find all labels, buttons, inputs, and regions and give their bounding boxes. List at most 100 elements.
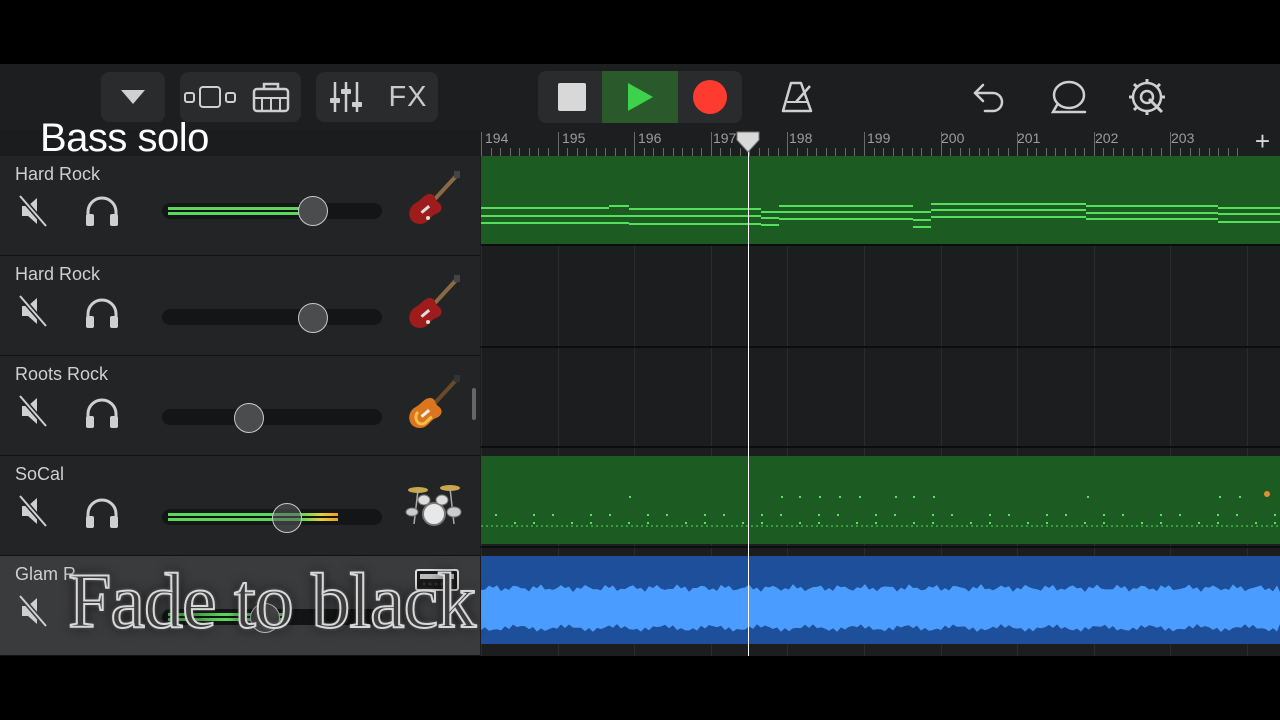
header-scroll-indicator[interactable] (472, 388, 476, 420)
stop-icon (558, 83, 586, 111)
ruler-tick (883, 148, 884, 156)
region-beats (481, 491, 1280, 527)
volume-knob[interactable] (234, 403, 264, 433)
settings-button[interactable] (1122, 72, 1172, 122)
ruler-tick (1055, 148, 1056, 156)
bar-number: 196 (638, 130, 662, 146)
fx-label: FX (388, 80, 428, 113)
track-header[interactable]: Roots Rock (0, 356, 480, 456)
track-name: SoCal (15, 464, 65, 484)
letterbox-bottom (0, 656, 1280, 720)
ruler-tick (1046, 148, 1047, 156)
ruler-tick (1065, 148, 1066, 156)
volume-knob[interactable] (298, 196, 328, 226)
ruler-tick (663, 148, 664, 156)
fx-button[interactable]: FX (378, 72, 438, 122)
undo-button[interactable] (964, 72, 1014, 122)
ruler-tick (1017, 132, 1018, 156)
volume-slider[interactable] (162, 409, 382, 425)
ruler-tick (1123, 148, 1124, 156)
ruler-tick (1170, 132, 1171, 156)
bar-number: 195 (562, 130, 586, 146)
volume-slider[interactable] (162, 309, 382, 325)
ruler-tick (1132, 148, 1133, 156)
mute-speaker-icon[interactable] (18, 194, 48, 228)
ruler-tick (979, 148, 980, 156)
timeline-ruler[interactable]: 194 195 196 197 198 199 200 201 202 203 … (481, 126, 1280, 157)
garageband-window: FX 194 195 196 197 198 199 200 201 202 2… (0, 64, 1280, 656)
volume-meter (168, 207, 306, 215)
ruler-tick (816, 148, 817, 156)
loop-browser-button[interactable] (242, 72, 300, 122)
bar-number: 198 (789, 130, 813, 146)
audio-region[interactable] (481, 556, 1280, 644)
mute-speaker-icon[interactable] (18, 494, 48, 528)
ruler-tick (673, 148, 674, 156)
headphones-icon[interactable] (84, 296, 120, 330)
playhead[interactable] (748, 142, 749, 656)
mute-speaker-icon[interactable] (18, 294, 48, 328)
drum-kit-icon[interactable] (404, 474, 462, 532)
ruler-tick (510, 148, 511, 156)
playhead-handle[interactable] (736, 130, 762, 154)
mute-speaker-icon[interactable] (18, 594, 48, 628)
ruler-tick (682, 148, 683, 156)
ruler-tick (1209, 148, 1210, 156)
ruler-tick (787, 132, 788, 156)
ruler-tick (730, 148, 731, 156)
electric-guitar-red-icon[interactable] (404, 274, 462, 332)
bar-number: 202 (1095, 130, 1119, 146)
volume-knob[interactable] (272, 503, 302, 533)
ruler-tick (988, 148, 989, 156)
ruler-tick (864, 132, 865, 156)
region-waveform (481, 584, 1280, 632)
headphones-icon[interactable] (84, 194, 120, 228)
metronome-button[interactable] (772, 72, 822, 122)
headphones-icon[interactable] (84, 496, 120, 530)
lane-separator (481, 546, 1280, 548)
ruler-tick (941, 132, 942, 156)
drummer-region[interactable] (481, 456, 1280, 544)
loops-button[interactable] (1044, 72, 1094, 122)
headphones-icon[interactable] (84, 396, 120, 430)
keyboard-case-icon (252, 82, 290, 113)
fade-caption: Fade to black (67, 556, 477, 645)
undo-icon (973, 83, 1004, 113)
mixer-sliders-icon (330, 82, 362, 112)
ruler-tick (692, 148, 693, 156)
play-button[interactable] (602, 71, 678, 123)
add-section-button[interactable]: + (1255, 126, 1270, 157)
ruler-tick (768, 148, 769, 156)
track-name: Hard Rock (15, 164, 101, 184)
electric-guitar-red-icon[interactable] (404, 170, 462, 228)
ruler-tick (500, 148, 501, 156)
ruler-tick (1113, 148, 1114, 156)
ruler-tick (854, 148, 855, 156)
mute-speaker-icon[interactable] (18, 394, 48, 428)
ruler-tick (481, 132, 482, 156)
track-header[interactable]: Hard Rock (0, 156, 480, 256)
tracks-view-button[interactable] (180, 72, 240, 122)
mixer-button[interactable] (316, 72, 376, 122)
ruler-tick (711, 132, 712, 156)
volume-knob[interactable] (298, 303, 328, 333)
browser-menu-button[interactable] (101, 72, 165, 122)
ruler-tick (1094, 132, 1095, 156)
tracks-view-icon (184, 86, 236, 108)
ruler-tick (1218, 148, 1219, 156)
ruler-tick (1180, 148, 1181, 156)
stop-button[interactable] (538, 71, 606, 123)
track-header[interactable]: Hard Rock (0, 256, 480, 356)
ruler-tick (586, 148, 587, 156)
electric-guitar-sunburst-icon[interactable] (404, 374, 462, 432)
track-header[interactable]: SoCal (0, 456, 480, 556)
ruler-tick (1199, 148, 1200, 156)
track-name: Roots Rock (15, 364, 109, 384)
ruler-tick (625, 148, 626, 156)
volume-slider[interactable] (162, 203, 382, 219)
midi-region[interactable] (481, 156, 1280, 244)
ruler-tick (567, 148, 568, 156)
record-button[interactable] (678, 71, 742, 123)
tracks-area[interactable] (481, 156, 1280, 656)
ruler-tick (615, 148, 616, 156)
